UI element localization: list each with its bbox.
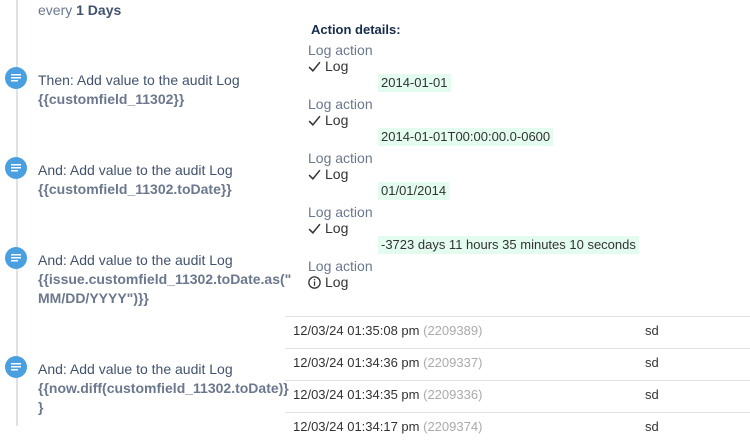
log-entry: Log action Log xyxy=(308,258,373,290)
rule-item[interactable]: And: Add value to the audit Log {{custom… xyxy=(38,161,278,199)
audit-user: sd xyxy=(645,355,659,370)
rule-code: {{now.diff(customfield_11302.toDate)} } xyxy=(38,380,289,415)
table-row[interactable]: 12/03/24 01:34:35 pm (2209336) sd xyxy=(285,380,750,412)
rule-title: And: Add value to the audit Log xyxy=(38,162,233,178)
log-entry: Log action Log xyxy=(308,42,373,74)
rule-title: And: Add value to the audit Log xyxy=(38,252,233,268)
audit-log-action-icon[interactable] xyxy=(5,356,27,378)
check-icon xyxy=(308,223,321,234)
rule-item[interactable]: And: Add value to the audit Log {{issue.… xyxy=(38,251,292,308)
log-entry: Log action Log xyxy=(308,96,373,128)
log-action-label: Log action xyxy=(308,258,373,274)
info-icon xyxy=(308,275,321,289)
log-entry: Log action Log xyxy=(308,204,373,236)
log-action-label: Log action xyxy=(308,96,373,112)
log-status: Log xyxy=(308,112,373,128)
log-action-label: Log action xyxy=(308,42,373,58)
audit-id: (2209389) xyxy=(423,323,483,338)
rule-item[interactable]: Then: Add value to the audit Log {{custo… xyxy=(38,71,278,109)
log-status: Log xyxy=(308,220,373,236)
audit-user: sd xyxy=(645,419,659,434)
rule-code: {{issue.customfield_11302.toDate.as(" MM… xyxy=(38,271,292,306)
log-value: -3723 days 11 hours 35 minutes 10 second… xyxy=(378,236,639,254)
audit-log-action-icon[interactable] xyxy=(5,247,27,269)
audit-id: (2209336) xyxy=(423,387,483,402)
log-value: 2014-01-01 xyxy=(378,74,451,92)
table-row[interactable]: 12/03/24 01:35:08 pm (2209389) sd xyxy=(285,316,750,348)
rule-code: {{customfield_11302.toDate}} xyxy=(38,181,232,197)
audit-id: (2209374) xyxy=(423,419,483,434)
check-icon xyxy=(308,115,321,126)
audit-date: 12/03/24 01:34:35 pm (2209336) xyxy=(293,387,483,402)
rule-code: {{customfield_11302}} xyxy=(38,91,185,107)
audit-date: 12/03/24 01:34:17 pm (2209374) xyxy=(293,419,483,434)
log-action-label: Log action xyxy=(308,204,373,220)
rule-item[interactable]: And: Add value to the audit Log {{now.di… xyxy=(38,360,289,417)
table-row[interactable]: 12/03/24 01:34:36 pm (2209337) sd xyxy=(285,348,750,380)
audit-log-action-icon[interactable] xyxy=(5,67,27,89)
log-entry: Log action Log xyxy=(308,150,373,182)
audit-user: sd xyxy=(645,387,659,402)
log-value: 01/01/2014 xyxy=(378,182,450,200)
log-status: Log xyxy=(308,274,373,290)
log-status: Log xyxy=(308,58,373,74)
log-status: Log xyxy=(308,166,373,182)
action-details-heading: Action details: xyxy=(311,22,401,37)
audit-user: sd xyxy=(645,323,659,338)
check-icon xyxy=(308,61,321,72)
audit-log-table: 12/03/24 01:35:08 pm (2209389) sd 12/03/… xyxy=(285,316,750,444)
rule-title: Then: Add value to the audit Log xyxy=(38,72,240,88)
audit-log-action-icon[interactable] xyxy=(5,157,27,179)
audit-id: (2209337) xyxy=(423,355,483,370)
log-action-label: Log action xyxy=(308,150,373,166)
log-value: 2014-01-01T00:00:00.0-0600 xyxy=(378,128,554,146)
audit-date: 12/03/24 01:35:08 pm (2209389) xyxy=(293,323,483,338)
table-row[interactable]: 12/03/24 01:34:17 pm (2209374) sd xyxy=(285,412,750,444)
check-icon xyxy=(308,169,321,180)
audit-date: 12/03/24 01:34:36 pm (2209337) xyxy=(293,355,483,370)
schedule-text: every 1 Days xyxy=(38,2,122,18)
rule-title: And: Add value to the audit Log xyxy=(38,361,233,377)
